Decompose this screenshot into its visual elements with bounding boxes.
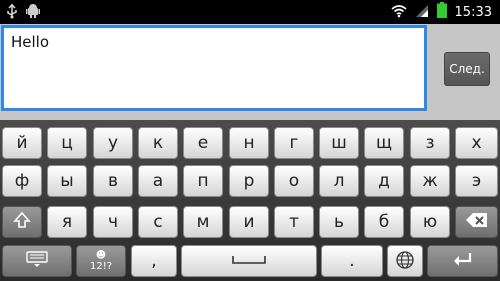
key[interactable]: р	[229, 165, 269, 197]
key[interactable]: л	[319, 165, 359, 197]
soft-keyboard: й ц у к е н г ш щ з х ф ы в а п р о л д …	[0, 120, 500, 281]
key[interactable]: в	[93, 165, 133, 197]
language-key[interactable]	[387, 245, 423, 277]
shift-icon	[12, 210, 32, 235]
key[interactable]: ф	[2, 165, 42, 197]
key[interactable]: н	[229, 127, 269, 159]
key[interactable]: ш	[319, 127, 359, 159]
wifi-icon	[391, 3, 407, 22]
key[interactable]: х	[455, 127, 498, 159]
key[interactable]: о	[274, 165, 314, 197]
keyboard-settings-key[interactable]	[2, 245, 72, 277]
space-key[interactable]	[181, 245, 317, 277]
usb-icon	[6, 3, 18, 23]
backspace-icon	[465, 211, 489, 234]
key[interactable]: а	[138, 165, 178, 197]
key[interactable]: у	[93, 127, 133, 159]
key[interactable]: к	[138, 127, 178, 159]
enter-icon	[452, 251, 474, 272]
key[interactable]: ч	[93, 206, 133, 238]
key[interactable]: б	[364, 206, 404, 238]
key[interactable]: ю	[410, 206, 450, 238]
clock: 15:33	[454, 4, 492, 20]
signal-icon	[415, 3, 429, 22]
key[interactable]: т	[274, 206, 314, 238]
key[interactable]: с	[138, 206, 178, 238]
key[interactable]: е	[183, 127, 223, 159]
app-area: Hello След.	[0, 24, 500, 120]
key[interactable]: п	[183, 165, 223, 197]
keyboard-icon	[26, 250, 48, 273]
key[interactable]: м	[183, 206, 223, 238]
space-icon	[231, 251, 267, 271]
debug-android-icon	[26, 3, 40, 23]
key[interactable]: ж	[410, 165, 450, 197]
comma-key[interactable]: ,	[131, 245, 177, 277]
backspace-key[interactable]	[455, 206, 498, 238]
key[interactable]: и	[229, 206, 269, 238]
key[interactable]: щ	[364, 127, 404, 159]
next-button[interactable]: След.	[444, 52, 490, 86]
text-input[interactable]: Hello	[1, 25, 427, 111]
key[interactable]: г	[274, 127, 314, 159]
enter-key[interactable]	[427, 245, 498, 277]
key[interactable]: я	[47, 206, 87, 238]
period-key[interactable]: .	[321, 245, 383, 277]
symbols-label: 12!?	[89, 261, 113, 272]
shift-key[interactable]	[2, 206, 42, 238]
key[interactable]: ы	[47, 165, 87, 197]
key[interactable]: ц	[47, 127, 87, 159]
battery-icon	[436, 2, 447, 22]
key[interactable]: д	[364, 165, 404, 197]
key[interactable]: з	[410, 127, 450, 159]
key[interactable]: й	[2, 127, 42, 159]
symbols-key[interactable]: ☻ 12!?	[76, 245, 126, 277]
status-bar: 15:33	[0, 0, 500, 24]
globe-icon	[394, 248, 416, 275]
key[interactable]: э	[455, 165, 498, 197]
emoji-icon: ☻	[95, 250, 107, 261]
key[interactable]: ь	[319, 206, 359, 238]
